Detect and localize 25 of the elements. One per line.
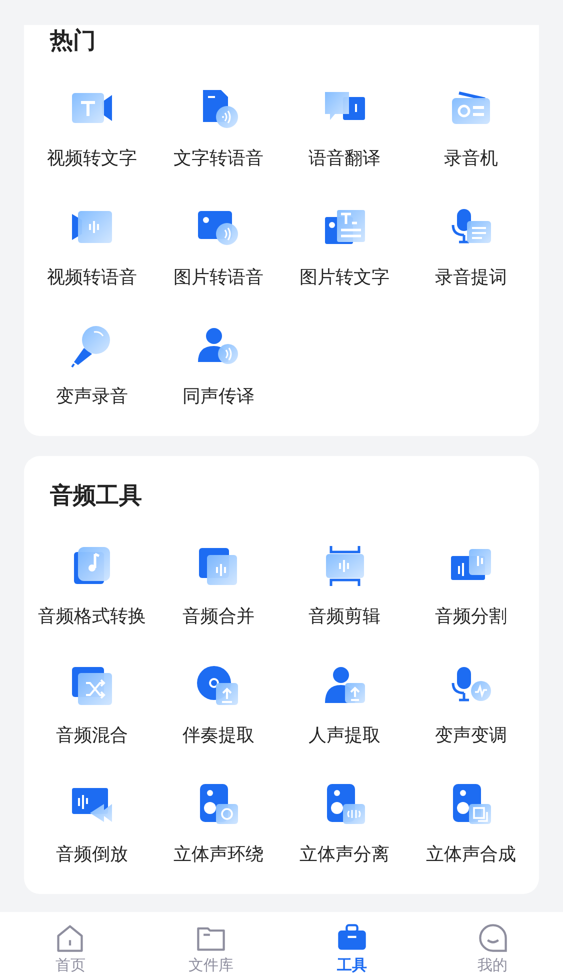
tool-button[interactable]: 伴奏提取 xyxy=(155,661,282,747)
tool-button[interactable]: 视频转文字 xyxy=(29,84,156,170)
tool-button[interactable]: 图片转语音 xyxy=(155,203,282,289)
tool-button[interactable]: 语音翻译 xyxy=(282,84,408,170)
tool-button[interactable]: 音频合并 xyxy=(155,542,282,628)
section-title: 热门 xyxy=(48,26,97,55)
tool-button[interactable]: 人声提取 xyxy=(282,661,408,747)
tool-button[interactable]: 音频剪辑 xyxy=(282,542,408,628)
tool-button[interactable]: 变声录音 xyxy=(29,322,156,408)
tab-item[interactable]: 工具 xyxy=(282,922,422,976)
tool-button[interactable]: 音频倒放 xyxy=(29,780,156,866)
tool-button[interactable]: 音频格式转换 xyxy=(29,542,156,628)
section-title: 音频工具 xyxy=(49,481,143,510)
tool-button[interactable]: 立体声合成 xyxy=(408,780,534,866)
tool-button[interactable]: 文字转语音 xyxy=(155,84,282,170)
tool-button[interactable]: 立体声分离 xyxy=(282,780,408,866)
tool-button[interactable]: 录音机 xyxy=(408,84,534,170)
tool-button[interactable]: 视频转语音 xyxy=(29,203,156,289)
tool-button[interactable]: 同声传译 xyxy=(155,322,282,408)
tool-button[interactable]: 录音提词 xyxy=(408,203,534,289)
tool-button[interactable]: 变声变调 xyxy=(408,661,534,747)
tool-button[interactable]: 音频分割 xyxy=(408,542,534,628)
tool-button[interactable]: 音频混合 xyxy=(29,661,156,747)
tool-button[interactable]: 立体声环绕 xyxy=(155,780,282,866)
tool-button[interactable]: 图片转文字 xyxy=(282,203,408,289)
